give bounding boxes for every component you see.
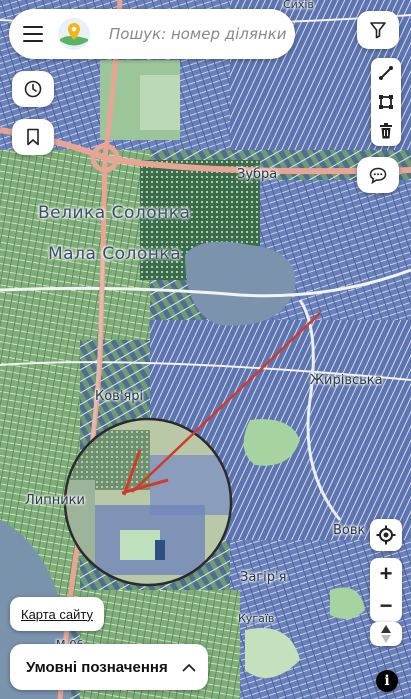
zoom-in-button[interactable]: + [370,558,402,590]
comment-button[interactable] [357,157,399,193]
map-label-velyka-solonka: Велика Солонка [38,203,191,223]
hamburger-menu-icon[interactable] [23,26,45,42]
locate-button[interactable] [370,519,402,551]
bookmark-icon [27,128,39,146]
info-button[interactable]: i [376,670,398,692]
bookmark-button[interactable] [12,119,54,155]
delete-button[interactable] [371,117,401,145]
map-pin-logo-icon[interactable] [57,17,91,51]
speech-bubble-icon [369,167,387,184]
map-label-mala-solonka: Мала Солонка [48,244,182,264]
search-bar[interactable]: Пошук: номер ділянки [9,9,295,59]
zoom-controls: + − [370,558,402,622]
map-label-top: Сихів [283,0,314,11]
map-label-kovyary: Ков'ярі [95,389,144,404]
zoom-out-button[interactable]: − [370,590,402,622]
measure-line-icon [379,66,393,80]
compass-north-icon [381,625,391,643]
sitemap-link[interactable]: Карта сайту [10,597,104,631]
map-label-zhyrivska: Жирівська [310,373,383,388]
map-label-kuhaiv: Кугаїв [238,612,275,625]
trash-icon [380,123,392,139]
measure-line-button[interactable] [371,59,401,87]
search-input[interactable]: Пошук: номер ділянки [109,25,287,43]
measure-area-button[interactable] [371,88,401,116]
sitemap-label: Карта сайту [21,606,93,622]
measure-tools [371,58,401,146]
history-button[interactable] [12,71,54,107]
compass-button[interactable] [370,622,402,646]
legend-label: Умовні позначення [26,658,168,676]
clock-history-icon [24,80,42,98]
map-label-zahirya: Загір'я [240,570,287,585]
chevron-up-icon [182,663,196,671]
map-label-lypnyky: Липники [25,493,85,508]
info-icon: i [384,673,390,689]
measure-area-icon [379,95,393,109]
crosshair-locate-icon [376,525,396,545]
cadastral-map[interactable] [0,0,411,699]
map-label-vovk: Вовк [333,523,366,538]
filter-button[interactable] [357,11,399,49]
filter-funnel-icon [370,22,386,39]
map-label-zubra: Зубра [237,167,278,182]
legend-button[interactable]: Умовні позначення [10,644,208,690]
